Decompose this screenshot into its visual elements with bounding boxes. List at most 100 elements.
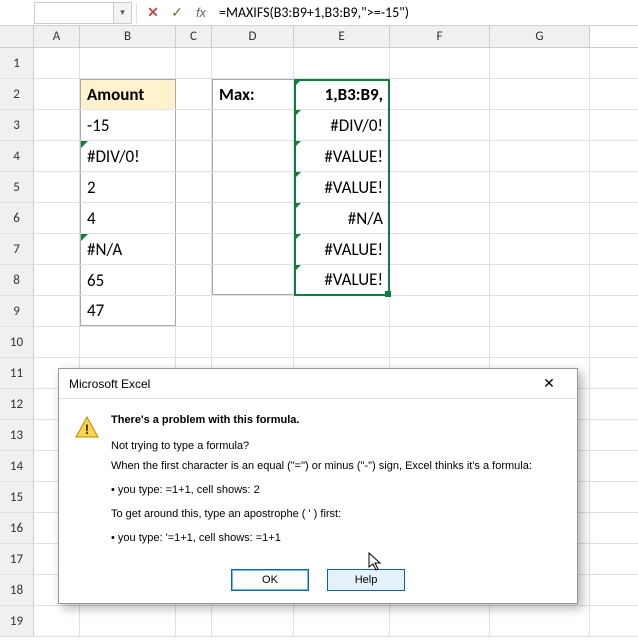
cell-D3[interactable] xyxy=(212,110,294,140)
cell-B10[interactable] xyxy=(80,327,176,357)
cell-D8[interactable] xyxy=(212,265,294,295)
cell-B7[interactable]: #N/A xyxy=(80,234,176,264)
cell-C10[interactable] xyxy=(176,327,212,357)
cell-E3[interactable]: #DIV/0! xyxy=(294,110,390,140)
cell-E19[interactable] xyxy=(294,606,390,636)
cell-B8[interactable]: 65 xyxy=(80,265,176,295)
cell-F4[interactable] xyxy=(390,141,490,171)
cell-F3[interactable] xyxy=(390,110,490,140)
select-all-corner[interactable] xyxy=(0,26,34,47)
row-header-6[interactable]: 6 xyxy=(0,203,34,233)
cell-D4[interactable] xyxy=(212,141,294,171)
row-header-19[interactable]: 19 xyxy=(0,606,34,636)
cell-E2[interactable]: 1,B3:B9, xyxy=(294,79,390,109)
cell-D10[interactable] xyxy=(212,327,294,357)
row-header-10[interactable]: 10 xyxy=(0,327,34,357)
cell-F19[interactable] xyxy=(390,606,490,636)
cell-G19[interactable] xyxy=(490,606,590,636)
cell-E8[interactable]: #VALUE! xyxy=(294,265,390,295)
cell-C2[interactable] xyxy=(176,79,212,109)
cell-B19[interactable] xyxy=(80,606,176,636)
cell-D2[interactable]: Max: xyxy=(212,79,294,109)
cell-B1[interactable] xyxy=(80,48,176,78)
row-header-16[interactable]: 16 xyxy=(0,513,34,543)
cancel-icon[interactable]: ✕ xyxy=(141,2,165,24)
close-icon[interactable]: ✕ xyxy=(531,370,567,398)
cell-A5[interactable] xyxy=(34,172,80,202)
cell-F2[interactable] xyxy=(390,79,490,109)
cell-G10[interactable] xyxy=(490,327,590,357)
cell-B2[interactable]: Amount xyxy=(80,79,176,109)
cell-D5[interactable] xyxy=(212,172,294,202)
row-header-3[interactable]: 3 xyxy=(0,110,34,140)
row-header-17[interactable]: 17 xyxy=(0,544,34,574)
cell-B3[interactable]: -15 xyxy=(80,110,176,140)
cell-A19[interactable] xyxy=(34,606,80,636)
row-header-13[interactable]: 13 xyxy=(0,420,34,450)
cell-F6[interactable] xyxy=(390,203,490,233)
cell-C4[interactable] xyxy=(176,141,212,171)
row-header-7[interactable]: 7 xyxy=(0,234,34,264)
col-header-F[interactable]: F xyxy=(390,26,490,47)
cell-D7[interactable] xyxy=(212,234,294,264)
row-header-8[interactable]: 8 xyxy=(0,265,34,295)
dialog-titlebar[interactable]: Microsoft Excel ✕ xyxy=(59,369,577,399)
cell-C5[interactable] xyxy=(176,172,212,202)
cell-E10[interactable] xyxy=(294,327,390,357)
cell-B6[interactable]: 4 xyxy=(80,203,176,233)
cell-A7[interactable] xyxy=(34,234,80,264)
cell-G3[interactable] xyxy=(490,110,590,140)
formula-input[interactable]: =MAXIFS(B3:B9+1,B3:B9,">=-15") xyxy=(213,2,638,24)
accept-icon[interactable]: ✓ xyxy=(165,2,189,24)
row-header-11[interactable]: 11 xyxy=(0,358,34,388)
cell-C6[interactable] xyxy=(176,203,212,233)
cell-F9[interactable] xyxy=(390,296,490,326)
cell-E7[interactable]: #VALUE! xyxy=(294,234,390,264)
cell-A1[interactable] xyxy=(34,48,80,78)
row-header-1[interactable]: 1 xyxy=(0,48,34,78)
cell-G7[interactable] xyxy=(490,234,590,264)
cell-E5[interactable]: #VALUE! xyxy=(294,172,390,202)
cell-D19[interactable] xyxy=(212,606,294,636)
cell-G6[interactable] xyxy=(490,203,590,233)
name-box[interactable] xyxy=(34,2,114,24)
row-header-14[interactable]: 14 xyxy=(0,451,34,481)
cell-G2[interactable] xyxy=(490,79,590,109)
cell-C1[interactable] xyxy=(176,48,212,78)
cell-B5[interactable]: 2 xyxy=(80,172,176,202)
fx-icon[interactable]: fx xyxy=(189,2,213,24)
col-header-B[interactable]: B xyxy=(80,26,176,47)
cell-E1[interactable] xyxy=(294,48,390,78)
cell-F5[interactable] xyxy=(390,172,490,202)
cell-E4[interactable]: #VALUE! xyxy=(294,141,390,171)
cell-A4[interactable] xyxy=(34,141,80,171)
cell-F8[interactable] xyxy=(390,265,490,295)
cell-C3[interactable] xyxy=(176,110,212,140)
cell-F1[interactable] xyxy=(390,48,490,78)
cell-G5[interactable] xyxy=(490,172,590,202)
cell-D6[interactable] xyxy=(212,203,294,233)
col-header-G[interactable]: G xyxy=(490,26,590,47)
cell-G4[interactable] xyxy=(490,141,590,171)
col-header-D[interactable]: D xyxy=(212,26,294,47)
cell-C9[interactable] xyxy=(176,296,212,326)
cell-C7[interactable] xyxy=(176,234,212,264)
col-header-A[interactable]: A xyxy=(34,26,80,47)
cell-A10[interactable] xyxy=(34,327,80,357)
cell-E6[interactable]: #N/A xyxy=(294,203,390,233)
col-header-C[interactable]: C xyxy=(176,26,212,47)
cell-A3[interactable] xyxy=(34,110,80,140)
help-button[interactable]: Help xyxy=(327,569,405,591)
cell-D1[interactable] xyxy=(212,48,294,78)
row-header-18[interactable]: 18 xyxy=(0,575,34,605)
cell-E9[interactable] xyxy=(294,296,390,326)
cell-F7[interactable] xyxy=(390,234,490,264)
col-header-E[interactable]: E xyxy=(294,26,390,47)
cell-A9[interactable] xyxy=(34,296,80,326)
row-header-2[interactable]: 2 xyxy=(0,79,34,109)
cell-D9[interactable] xyxy=(212,296,294,326)
row-header-15[interactable]: 15 xyxy=(0,482,34,512)
cell-F10[interactable] xyxy=(390,327,490,357)
row-header-9[interactable]: 9 xyxy=(0,296,34,326)
cell-B4[interactable]: #DIV/0! xyxy=(80,141,176,171)
